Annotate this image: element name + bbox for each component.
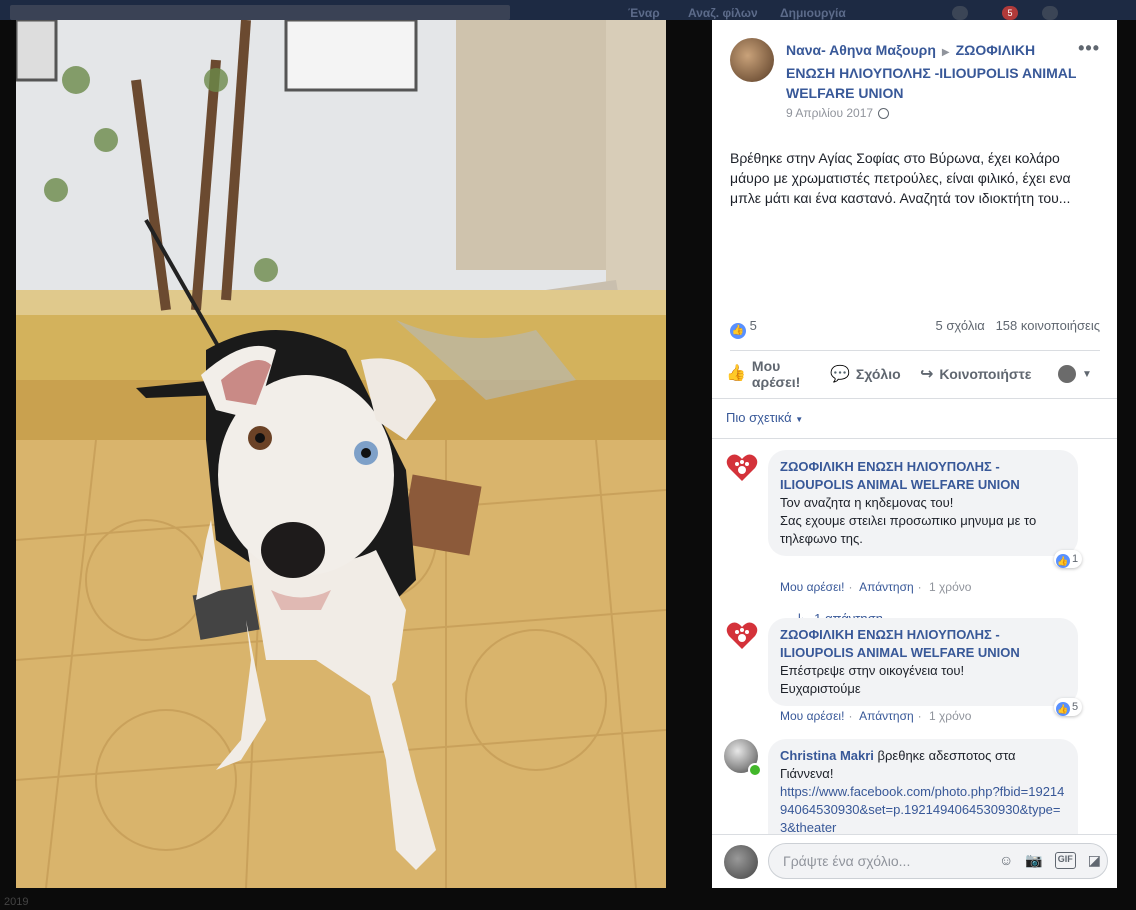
like-button-label: Μου αρέσει! (751, 358, 801, 390)
dog-photo-illustration (16, 20, 666, 888)
audience-selector[interactable]: ▼ (1058, 365, 1092, 383)
post-detail-panel: Νανα- Αθηνα Μαξουρη ▶ ΖΩΟΦΙΛΙΚΗ ΕΝΩΣΗ ΗΛΙΟ… (712, 20, 1117, 888)
comment-reaction-count: 1 (1072, 553, 1079, 565)
online-status-dot (748, 763, 762, 777)
nav-home: Έναρ (628, 6, 660, 20)
more-options-icon[interactable]: ••• (1078, 38, 1100, 59)
comment-reaction-count: 5 (1072, 701, 1079, 713)
background-year: 2019 (4, 896, 29, 908)
post-text: Βρέθηκε στην Αγίας Σοφίας στο Βύρωνα, έχ… (730, 150, 1071, 206)
comment-like-link[interactable]: Μου αρέσει! (780, 580, 844, 594)
comments-count-link[interactable]: 5 σχόλια (936, 318, 985, 333)
comment-filter-label: Πιο σχετικά (726, 410, 792, 425)
comment: ΖΩΟΦΙΛΙΚΗ ΕΝΩΣΗ ΗΛΙΟΥΠΟΛΗΣ -ILIOUPOLIS A… (724, 450, 1104, 630)
comment-text-line: Τον αναζητα η κηδεμονας του! (780, 495, 954, 510)
post-photo[interactable] (16, 20, 666, 888)
comment-reactions[interactable]: 👍 5 (1054, 698, 1083, 716)
comment-like-link[interactable]: Μου αρέσει! (780, 709, 844, 723)
comment-bubble: ΖΩΟΦΙΛΙΚΗ ΕΝΩΣΗ ΗΛΙΟΥΠΟΛΗΣ -ILIOUPOLIS A… (768, 618, 1078, 706)
gif-icon[interactable]: GIF (1054, 852, 1076, 869)
comment-time[interactable]: 1 χρόνο (929, 580, 971, 594)
divider (712, 834, 1117, 835)
page-avatar[interactable] (724, 618, 758, 652)
profile-mini-avatar (1058, 365, 1076, 383)
comment-reply-link[interactable]: Απάντηση (859, 709, 914, 723)
background-search (10, 5, 510, 20)
post-stats: 👍 5 5 σχόλια 158 κοινοποιήσεις (730, 318, 1101, 339)
comment-button-label: Σχόλιο (855, 366, 901, 382)
reactions-summary[interactable]: 👍 5 (730, 318, 757, 339)
composer-icons: ☺ 📷 GIF ◪ (999, 852, 1101, 869)
like-badge-icon: 👍 (730, 323, 746, 339)
share-arrow-icon: ↪ (920, 366, 934, 383)
like-badge-icon: 👍 (1056, 554, 1070, 568)
post-actions: 👍 Μου αρέσει! 💬 Σχόλιο ↪ Κοινοποιήστε ▼ (722, 356, 1102, 392)
nav-create: Δημιουργία (780, 6, 846, 20)
author-avatar[interactable] (730, 38, 774, 82)
share-button-label: Κοινοποιήστε (939, 366, 1032, 382)
globe-icon (878, 108, 890, 119)
comment: Christina Makri βρεθηκε αδεσποτος στα Γι… (724, 739, 1104, 834)
divider (712, 438, 1117, 439)
comment-author[interactable]: Christina Makri (780, 748, 874, 763)
thumbs-up-icon: 👍 (726, 365, 746, 382)
page-avatar[interactable] (724, 450, 758, 484)
emoji-icon[interactable]: ☺ (999, 852, 1013, 869)
share-button[interactable]: ↪ Κοινοποιήστε (920, 364, 1031, 384)
comment-author[interactable]: ΖΩΟΦΙΛΙΚΗ ΕΝΩΣΗ ΗΛΙΟΥΠΟΛΗΣ -ILIOUPOLIS A… (780, 626, 1066, 662)
comment-text-line: Επέστρεψε στην οικογένεια του! (780, 663, 965, 678)
comment-composer: Γράψτε ένα σχόλιο... ☺ 📷 GIF ◪ (724, 843, 1109, 881)
caret-down-icon: ▼ (795, 415, 804, 424)
heart-paw-icon (726, 622, 758, 649)
speech-bubble-icon: 💬 (830, 366, 850, 383)
comment-bubble: ΖΩΟΦΙΛΙΚΗ ΕΝΩΣΗ ΗΛΙΟΥΠΟΛΗΣ -ILIOUPOLIS A… (768, 450, 1078, 556)
comment-text-line: Ευχαριστούμε (780, 681, 861, 696)
author-name-link[interactable]: Νανα- Αθηνα Μαξουρη (786, 42, 936, 58)
camera-icon[interactable]: 📷 (1025, 852, 1042, 869)
comment-reactions[interactable]: 👍 1 (1054, 550, 1083, 568)
divider (712, 398, 1117, 399)
nav-find-friends: Αναζ. φίλων (688, 6, 758, 20)
post-meta: 9 Απριλίου 2017 (786, 106, 890, 120)
like-badge-icon: 👍 (1056, 702, 1070, 716)
counts-right: 5 σχόλια 158 κοινοποιήσεις (936, 318, 1101, 333)
notification-badge: 5 (1002, 6, 1018, 20)
post-header-title: Νανα- Αθηνα Μαξουρη ▶ ΖΩΟΦΙΛΙΚΗ ΕΝΩΣΗ ΗΛΙΟ… (786, 40, 1086, 103)
caret-right-icon: ▶ (941, 47, 950, 58)
comment: ΖΩΟΦΙΛΙΚΗ ΕΝΩΣΗ ΗΛΙΟΥΠΟΛΗΣ -ILIOUPOLIS A… (724, 618, 1104, 728)
comment-button[interactable]: 💬 Σχόλιο (830, 364, 901, 384)
comment-bubble: Christina Makri βρεθηκε αδεσποτος στα Γι… (768, 739, 1078, 834)
comment-text-line: Σας εχουμε στειλει προσωπικο μηνυμα με τ… (780, 513, 1037, 546)
comment-actions: Μου αρέσει! · Απάντηση · 1 χρόνο (780, 709, 972, 723)
caret-down-icon: ▼ (1082, 368, 1092, 380)
comment-link[interactable]: https://www.facebook.com/photo.php?fbid=… (780, 783, 1066, 834)
comment-filter-dropdown[interactable]: Πιο σχετικά ▼ (726, 410, 803, 425)
friends-icon (952, 6, 968, 20)
background-topbar: Έναρ Αναζ. φίλων Δημιουργία 5 (0, 0, 1136, 20)
like-button[interactable]: 👍 Μου αρέσει! (726, 358, 816, 390)
heart-paw-icon (726, 454, 758, 481)
comment-author[interactable]: ΖΩΟΦΙΛΙΚΗ ΕΝΩΣΗ ΗΛΙΟΥΠΟΛΗΣ -ILIOUPOLIS A… (780, 458, 1066, 494)
comment-time[interactable]: 1 χρόνο (929, 709, 971, 723)
sticker-icon[interactable]: ◪ (1088, 852, 1101, 869)
like-count: 5 (749, 318, 757, 333)
divider (730, 350, 1100, 351)
post-date[interactable]: 9 Απριλίου 2017 (786, 106, 873, 120)
shares-count-link[interactable]: 158 κοινοποιήσεις (996, 318, 1100, 333)
help-icon (1042, 6, 1058, 20)
comment-reply-link[interactable]: Απάντηση (859, 580, 914, 594)
comment-actions: Μου αρέσει! · Απάντηση · 1 χρόνο (780, 580, 972, 594)
comment-input-placeholder: Γράψτε ένα σχόλιο... (783, 853, 911, 869)
current-user-avatar (724, 845, 758, 879)
